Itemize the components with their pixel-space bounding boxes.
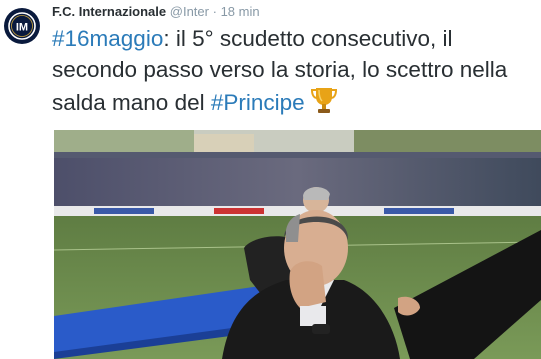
- author-handle[interactable]: @Inter: [170, 4, 209, 19]
- tweet-timestamp[interactable]: 18 min: [221, 4, 260, 19]
- tweet-text: #16maggio: il 5° scudetto consecutivo, i…: [52, 23, 532, 123]
- tweet-header: F.C. Internazionale @Inter · 18 min: [52, 3, 260, 20]
- inter-logo-icon: IM: [6, 10, 38, 42]
- author-name[interactable]: F.C. Internazionale: [52, 4, 166, 19]
- stadium-photo-illustration: [54, 130, 541, 359]
- svg-text:IM: IM: [16, 22, 28, 34]
- separator-dot: ·: [212, 4, 217, 19]
- hashtag-principe[interactable]: #Principe: [211, 90, 305, 115]
- tweet-photo[interactable]: [54, 130, 541, 359]
- avatar[interactable]: IM: [4, 8, 40, 44]
- hashtag-16maggio[interactable]: #16maggio: [52, 26, 163, 51]
- trophy-icon: [309, 85, 339, 123]
